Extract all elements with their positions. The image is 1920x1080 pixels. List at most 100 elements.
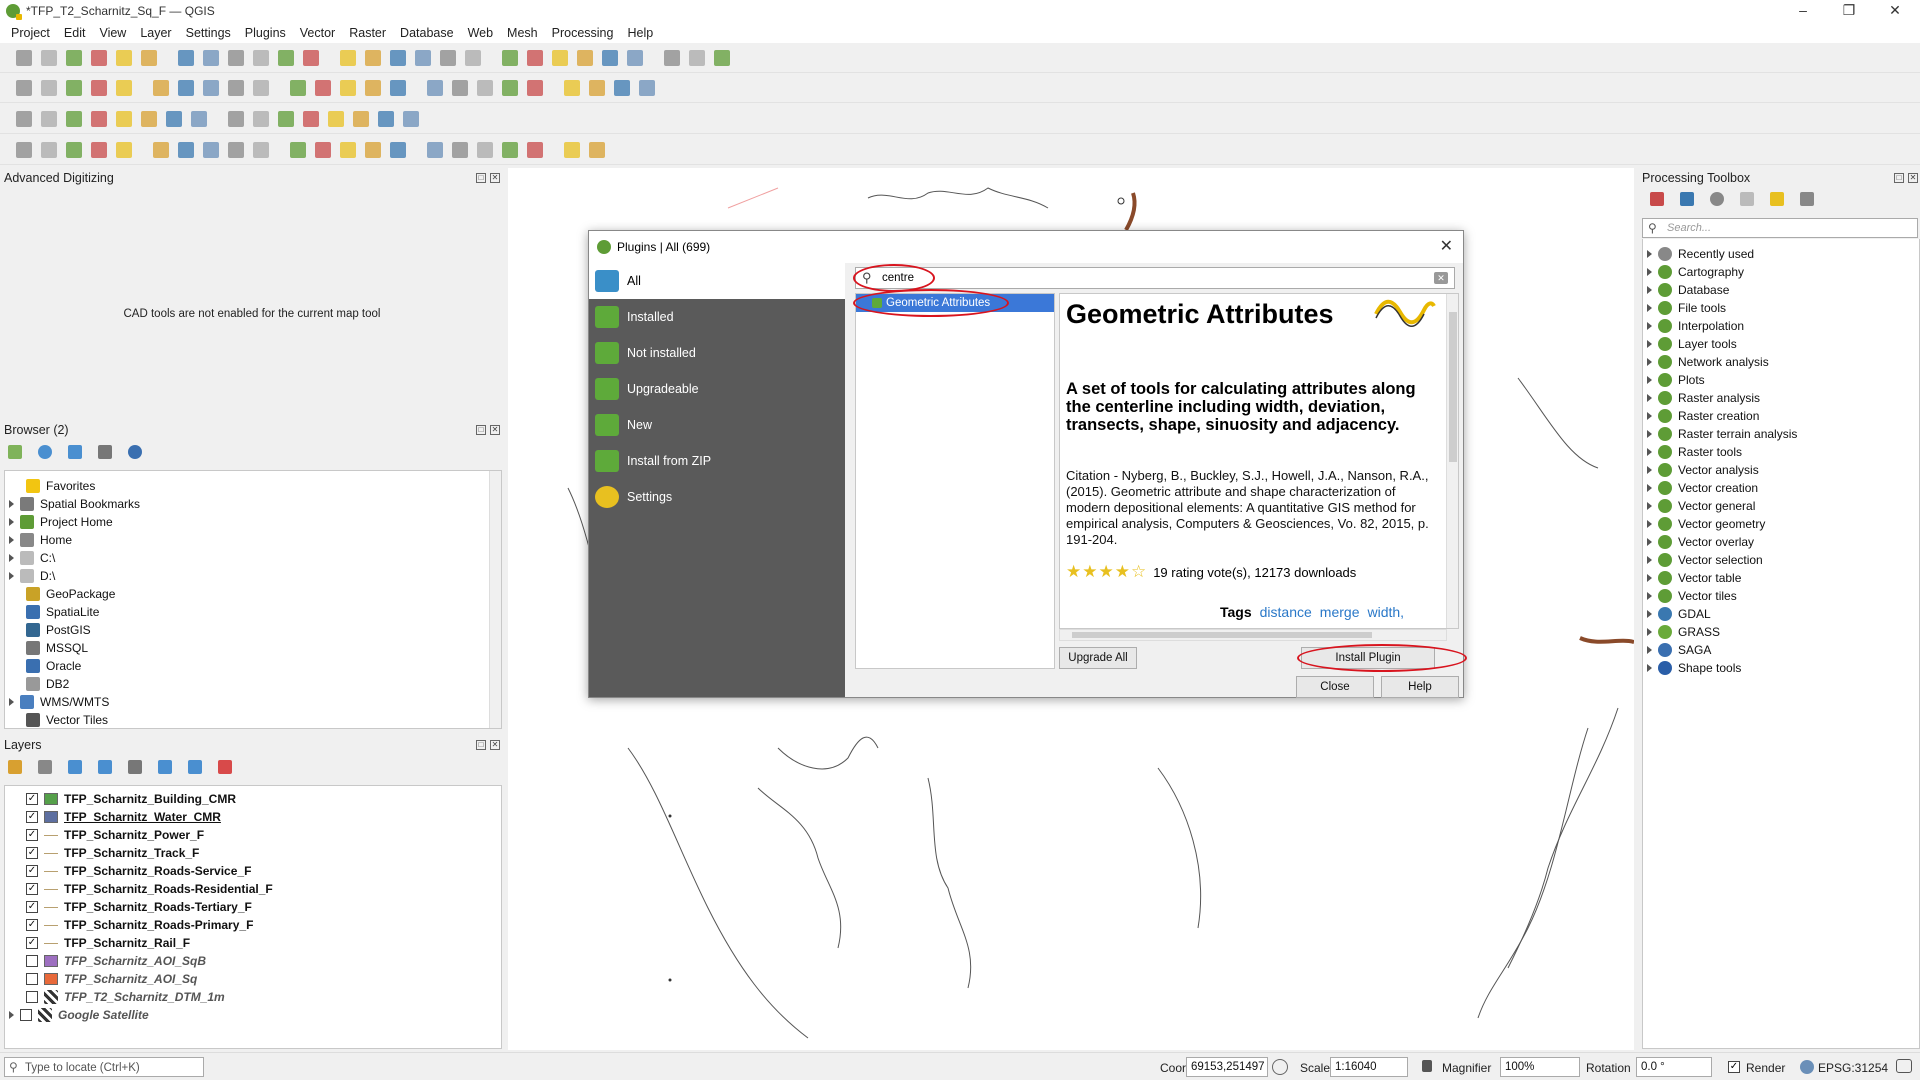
toolbar-tool-icon[interactable] [116, 80, 132, 96]
expand-all-icon[interactable] [158, 760, 172, 774]
expand-arrow-icon[interactable] [1647, 250, 1652, 258]
toolbar-tool-icon[interactable] [315, 142, 331, 158]
toolbar-tool-icon[interactable] [290, 142, 306, 158]
expand-arrow-icon[interactable] [1647, 574, 1652, 582]
expand-arrow-icon[interactable] [1647, 304, 1652, 312]
details-vscrollbar[interactable] [1446, 294, 1458, 628]
toolbar-tool-icon[interactable] [66, 142, 82, 158]
toolbar-tool-icon[interactable] [253, 80, 269, 96]
toolbar-tool-icon[interactable] [452, 80, 468, 96]
toolbar-tool-icon[interactable] [577, 50, 593, 66]
expand-arrow-icon[interactable] [1647, 628, 1652, 636]
toolbar-tool-icon[interactable] [16, 142, 32, 158]
browser-item[interactable]: SpatiaLite [9, 603, 99, 621]
browser-item[interactable]: C:\ [9, 549, 55, 567]
toolbar-tool-icon[interactable] [91, 50, 107, 66]
results-icon[interactable] [1740, 192, 1754, 206]
toolbar-tool-icon[interactable] [427, 142, 443, 158]
locator-input[interactable]: ⚲ Type to locate (Ctrl+K) [4, 1057, 204, 1077]
toolbar-tool-icon[interactable] [16, 50, 32, 66]
toolbar-tool-icon[interactable] [166, 111, 182, 127]
lock-icon[interactable] [1422, 1060, 1432, 1072]
toolbar-tool-icon[interactable] [66, 111, 82, 127]
browser-item[interactable]: GeoPackage [9, 585, 115, 603]
browser-item[interactable]: Vector Tiles [9, 711, 108, 729]
toolbar-tool-icon[interactable] [228, 80, 244, 96]
toolbar-tool-icon[interactable] [303, 111, 319, 127]
float-panel-icon[interactable]: □ [476, 740, 486, 750]
layer-item[interactable]: ✓ TFP_Scharnitz_Water_CMR [9, 808, 221, 826]
layer-visibility-checkbox[interactable]: ✓ [26, 865, 38, 877]
toolbar-tool-icon[interactable] [228, 50, 244, 66]
toolbar-tool-icon[interactable] [141, 50, 157, 66]
tag-link[interactable]: merge [1320, 604, 1360, 620]
expand-arrow-icon[interactable] [9, 698, 14, 706]
toolbox-group[interactable]: File tools [1647, 299, 1726, 317]
toolbar-tool-icon[interactable] [91, 80, 107, 96]
plugins-sidebar-item[interactable]: All [589, 263, 845, 299]
layer-item[interactable]: TFP_Scharnitz_AOI_Sq [9, 970, 197, 988]
layer-visibility-checkbox[interactable] [26, 955, 38, 967]
tag-link[interactable]: width, [1367, 604, 1404, 620]
expand-arrow-icon[interactable] [9, 1011, 14, 1019]
toolbar-tool-icon[interactable] [228, 142, 244, 158]
models-icon[interactable] [1650, 192, 1664, 206]
toolbox-group[interactable]: Raster tools [1647, 443, 1742, 461]
close-panel-icon[interactable]: ✕ [1908, 173, 1918, 183]
expand-arrow-icon[interactable] [9, 536, 14, 544]
layer-visibility-checkbox[interactable]: ✓ [26, 937, 38, 949]
toolbar-tool-icon[interactable] [228, 111, 244, 127]
toolbar-tool-icon[interactable] [552, 50, 568, 66]
toolbar-tool-icon[interactable] [627, 50, 643, 66]
layer-item[interactable]: ✓ TFP_Scharnitz_Track_F [9, 844, 199, 862]
info-icon[interactable] [128, 445, 142, 459]
toolbar-tool-icon[interactable] [427, 80, 443, 96]
toolbar-tool-icon[interactable] [91, 111, 107, 127]
add-layer-icon[interactable] [8, 445, 22, 459]
collapse-all-icon[interactable] [188, 760, 202, 774]
expand-arrow-icon[interactable] [1647, 412, 1652, 420]
toolbox-group[interactable]: Layer tools [1647, 335, 1737, 353]
toolbox-group[interactable]: Network analysis [1647, 353, 1769, 371]
toolbar-tool-icon[interactable] [502, 80, 518, 96]
toolbar-tool-icon[interactable] [178, 80, 194, 96]
filter-legend-icon[interactable] [98, 760, 112, 774]
layer-item[interactable]: TFP_Scharnitz_AOI_SqB [9, 952, 206, 970]
browser-item[interactable]: Favorites [9, 477, 95, 495]
magnifier-field[interactable]: 100% [1500, 1057, 1580, 1077]
render-checkbox[interactable]: ✓ [1728, 1061, 1740, 1073]
plugins-sidebar-item[interactable]: Install from ZIP [589, 443, 845, 479]
collapse-all-icon[interactable] [98, 445, 112, 459]
history-icon[interactable] [1710, 192, 1724, 206]
toolbox-group[interactable]: Raster analysis [1647, 389, 1760, 407]
expand-arrow-icon[interactable] [1647, 430, 1652, 438]
browser-item[interactable]: Project Home [9, 513, 113, 531]
toolbar-tool-icon[interactable] [66, 80, 82, 96]
tag-link[interactable]: distance [1260, 604, 1312, 620]
toolbar-tool-icon[interactable] [477, 80, 493, 96]
toolbar-tool-icon[interactable] [290, 80, 306, 96]
toolbar-tool-icon[interactable] [353, 111, 369, 127]
plugins-sidebar-item[interactable]: Upgradeable [589, 371, 845, 407]
clear-search-icon[interactable]: ✕ [1434, 272, 1448, 284]
menu-item[interactable]: Help [620, 26, 660, 40]
style-icon[interactable] [8, 760, 22, 774]
layer-visibility-checkbox[interactable]: ✓ [26, 883, 38, 895]
toolbar-tool-icon[interactable] [477, 142, 493, 158]
toolbar-tool-icon[interactable] [527, 142, 543, 158]
expand-arrow-icon[interactable] [1647, 322, 1652, 330]
layer-item[interactable]: ✓ TFP_Scharnitz_Power_F [9, 826, 204, 844]
expand-arrow-icon[interactable] [1647, 448, 1652, 456]
toolbar-tool-icon[interactable] [714, 50, 730, 66]
toolbox-search-input[interactable]: ⚲ Search... [1642, 218, 1918, 238]
toolbar-tool-icon[interactable] [527, 50, 543, 66]
expand-arrow-icon[interactable] [1647, 466, 1652, 474]
browser-item[interactable]: DB2 [9, 675, 69, 693]
close-button[interactable]: Close [1296, 676, 1374, 698]
toolbox-group[interactable]: SAGA [1647, 641, 1711, 659]
menu-item[interactable]: Web [461, 26, 500, 40]
layer-visibility-checkbox[interactable]: ✓ [26, 919, 38, 931]
expand-arrow-icon[interactable] [1647, 376, 1652, 384]
toolbar-tool-icon[interactable] [278, 50, 294, 66]
toolbar-tool-icon[interactable] [440, 50, 456, 66]
